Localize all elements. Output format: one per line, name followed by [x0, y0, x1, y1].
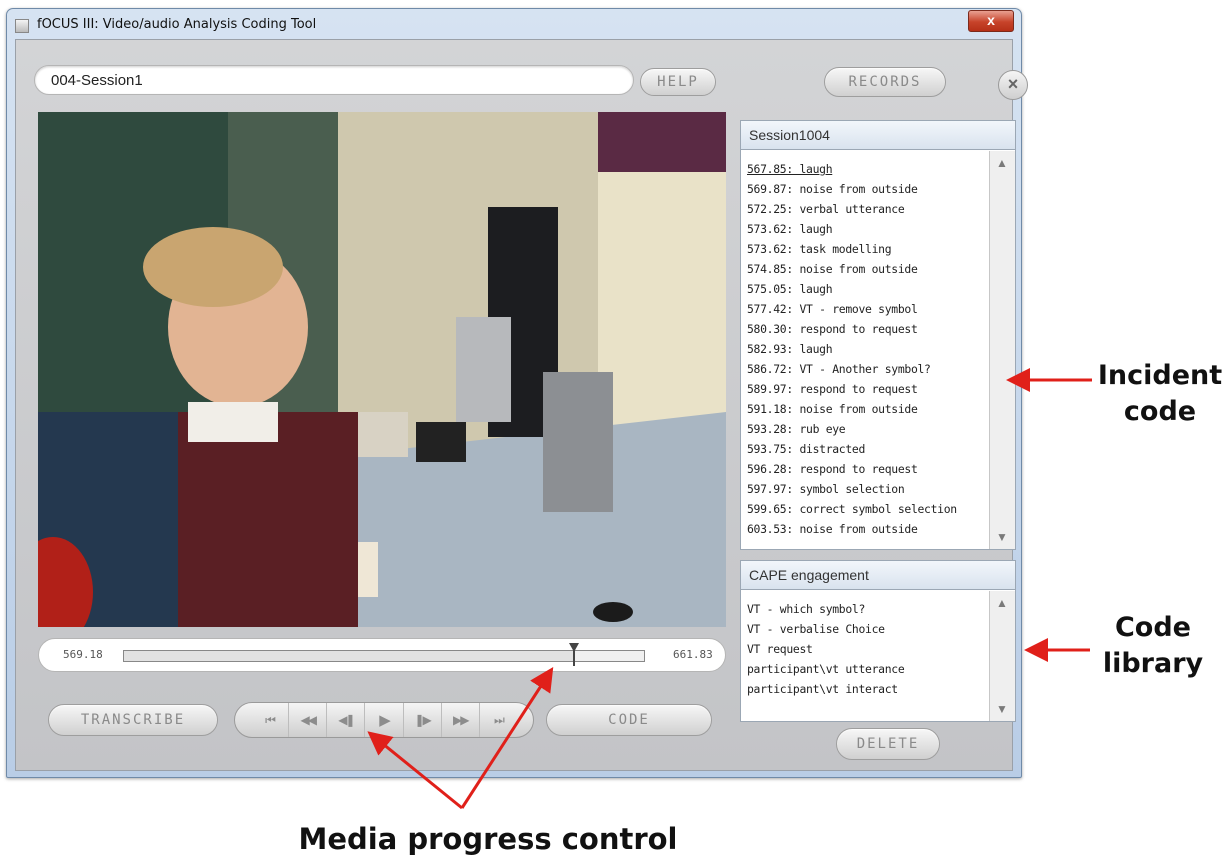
list-item[interactable]: 593.75: distracted [747, 439, 989, 459]
list-item[interactable]: VT - which symbol? [747, 599, 989, 619]
video-frame [38, 112, 726, 627]
list-item[interactable]: VT - verbalise Choice [747, 619, 989, 639]
media-progress-control[interactable]: 569.18 661.83 [38, 638, 726, 672]
title-bar[interactable]: fOCUS III: Video/audio Analysis Coding T… [7, 9, 1021, 39]
scroll-down-icon[interactable]: ▼ [994, 529, 1010, 545]
list-item[interactable]: 580.30: respond to request [747, 319, 989, 339]
scroll-up-icon[interactable]: ▲ [994, 155, 1010, 171]
delete-button[interactable]: DELETE [836, 728, 940, 760]
records-button[interactable]: RECORDS [824, 67, 946, 97]
step-back-icon[interactable]: ◀❚ [327, 703, 366, 737]
media-transport-controls: ⏮ ◀◀ ◀❚ ▶ ❚▶ ▶▶ ⏭ [234, 702, 534, 738]
play-icon[interactable]: ▶ [365, 703, 404, 737]
session-name-field[interactable]: 004-Session1 [34, 65, 634, 95]
client-area: 004-Session1 HELP RECORDS × 569.18 661.8… [15, 39, 1028, 771]
list-item[interactable]: 572.25: verbal utterance [747, 199, 989, 219]
list-item[interactable]: 567.85: laugh [747, 159, 989, 179]
annotation-line: Code [1114, 612, 1191, 643]
code-button[interactable]: CODE [546, 704, 712, 736]
transcribe-button[interactable]: TRANSCRIBE [48, 704, 218, 736]
library-panel-title: CAPE engagement [741, 561, 1015, 590]
step-forward-icon[interactable]: ❚▶ [404, 703, 442, 737]
app-icon [15, 19, 29, 33]
annotation-line: library [1102, 648, 1204, 679]
list-item[interactable]: 591.18: noise from outside [747, 399, 989, 419]
list-item[interactable]: participant\vt interact [747, 679, 989, 699]
list-item[interactable]: 569.87: noise from outside [747, 179, 989, 199]
annotation-line: Incident [1097, 360, 1223, 391]
code-library-list: VT - which symbol? VT - verbalise Choice V… [741, 591, 989, 721]
list-item[interactable]: 589.97: respond to request [747, 379, 989, 399]
list-item[interactable]: 603.53: noise from outside [747, 519, 989, 539]
window-close-button[interactable]: x [968, 10, 1014, 32]
incident-list: 567.85: laugh 569.87: noise from outside 5… [741, 151, 989, 549]
list-item[interactable]: 574.85: noise from outside [747, 259, 989, 279]
progress-bar[interactable] [123, 643, 645, 666]
list-item[interactable]: participant\vt utterance [747, 659, 989, 679]
list-item[interactable]: 599.65: correct symbol selection [747, 499, 989, 519]
media-progress-annotation: Media progress control [298, 822, 678, 856]
annotation-line: code [1123, 396, 1197, 427]
end-time-label: 661.83 [673, 648, 713, 661]
window-title: fOCUS III: Video/audio Analysis Coding T… [37, 17, 317, 32]
incident-panel-title: Session1004 [741, 121, 1015, 150]
scroll-up-icon[interactable]: ▲ [994, 595, 1010, 611]
video-player[interactable] [38, 112, 726, 627]
skip-to-end-icon[interactable]: ⏭ [480, 703, 517, 737]
rewind-icon[interactable]: ◀◀ [289, 703, 328, 737]
list-item[interactable]: 596.28: respond to request [747, 459, 989, 479]
list-item[interactable]: 597.97: symbol selection [747, 479, 989, 499]
list-item[interactable]: 582.93: laugh [747, 339, 989, 359]
list-item[interactable]: 577.42: VT - remove symbol [747, 299, 989, 319]
app-window: fOCUS III: Video/audio Analysis Coding T… [6, 8, 1028, 778]
start-time-label: 569.18 [63, 648, 103, 661]
list-item[interactable]: VT request [747, 639, 989, 659]
list-item[interactable]: 593.28: rub eye [747, 419, 989, 439]
incident-code-panel: Session1004 567.85: laugh 569.87: noise f… [740, 120, 1016, 550]
code-library-panel: CAPE engagement VT - which symbol? VT - v… [740, 560, 1016, 722]
scroll-down-icon[interactable]: ▼ [994, 701, 1010, 717]
help-button[interactable]: HELP [640, 68, 716, 96]
progress-thumb[interactable] [568, 643, 579, 666]
code-library-annotation: Code library [1092, 610, 1214, 682]
list-item[interactable]: 573.62: laugh [747, 219, 989, 239]
list-item[interactable]: 575.05: laugh [747, 279, 989, 299]
progress-fill [124, 651, 574, 661]
fast-forward-icon[interactable]: ▶▶ [442, 703, 480, 737]
incident-scrollbar[interactable]: ▲ ▼ [989, 151, 1015, 549]
list-item[interactable]: 586.72: VT - Another symbol? [747, 359, 989, 379]
skip-to-start-icon[interactable]: ⏮ [251, 703, 290, 737]
list-item[interactable]: 573.62: task modelling [747, 239, 989, 259]
close-icon[interactable]: × [998, 70, 1028, 100]
incident-code-annotation: Incident code [1094, 358, 1226, 430]
library-scrollbar[interactable]: ▲ ▼ [989, 591, 1015, 721]
